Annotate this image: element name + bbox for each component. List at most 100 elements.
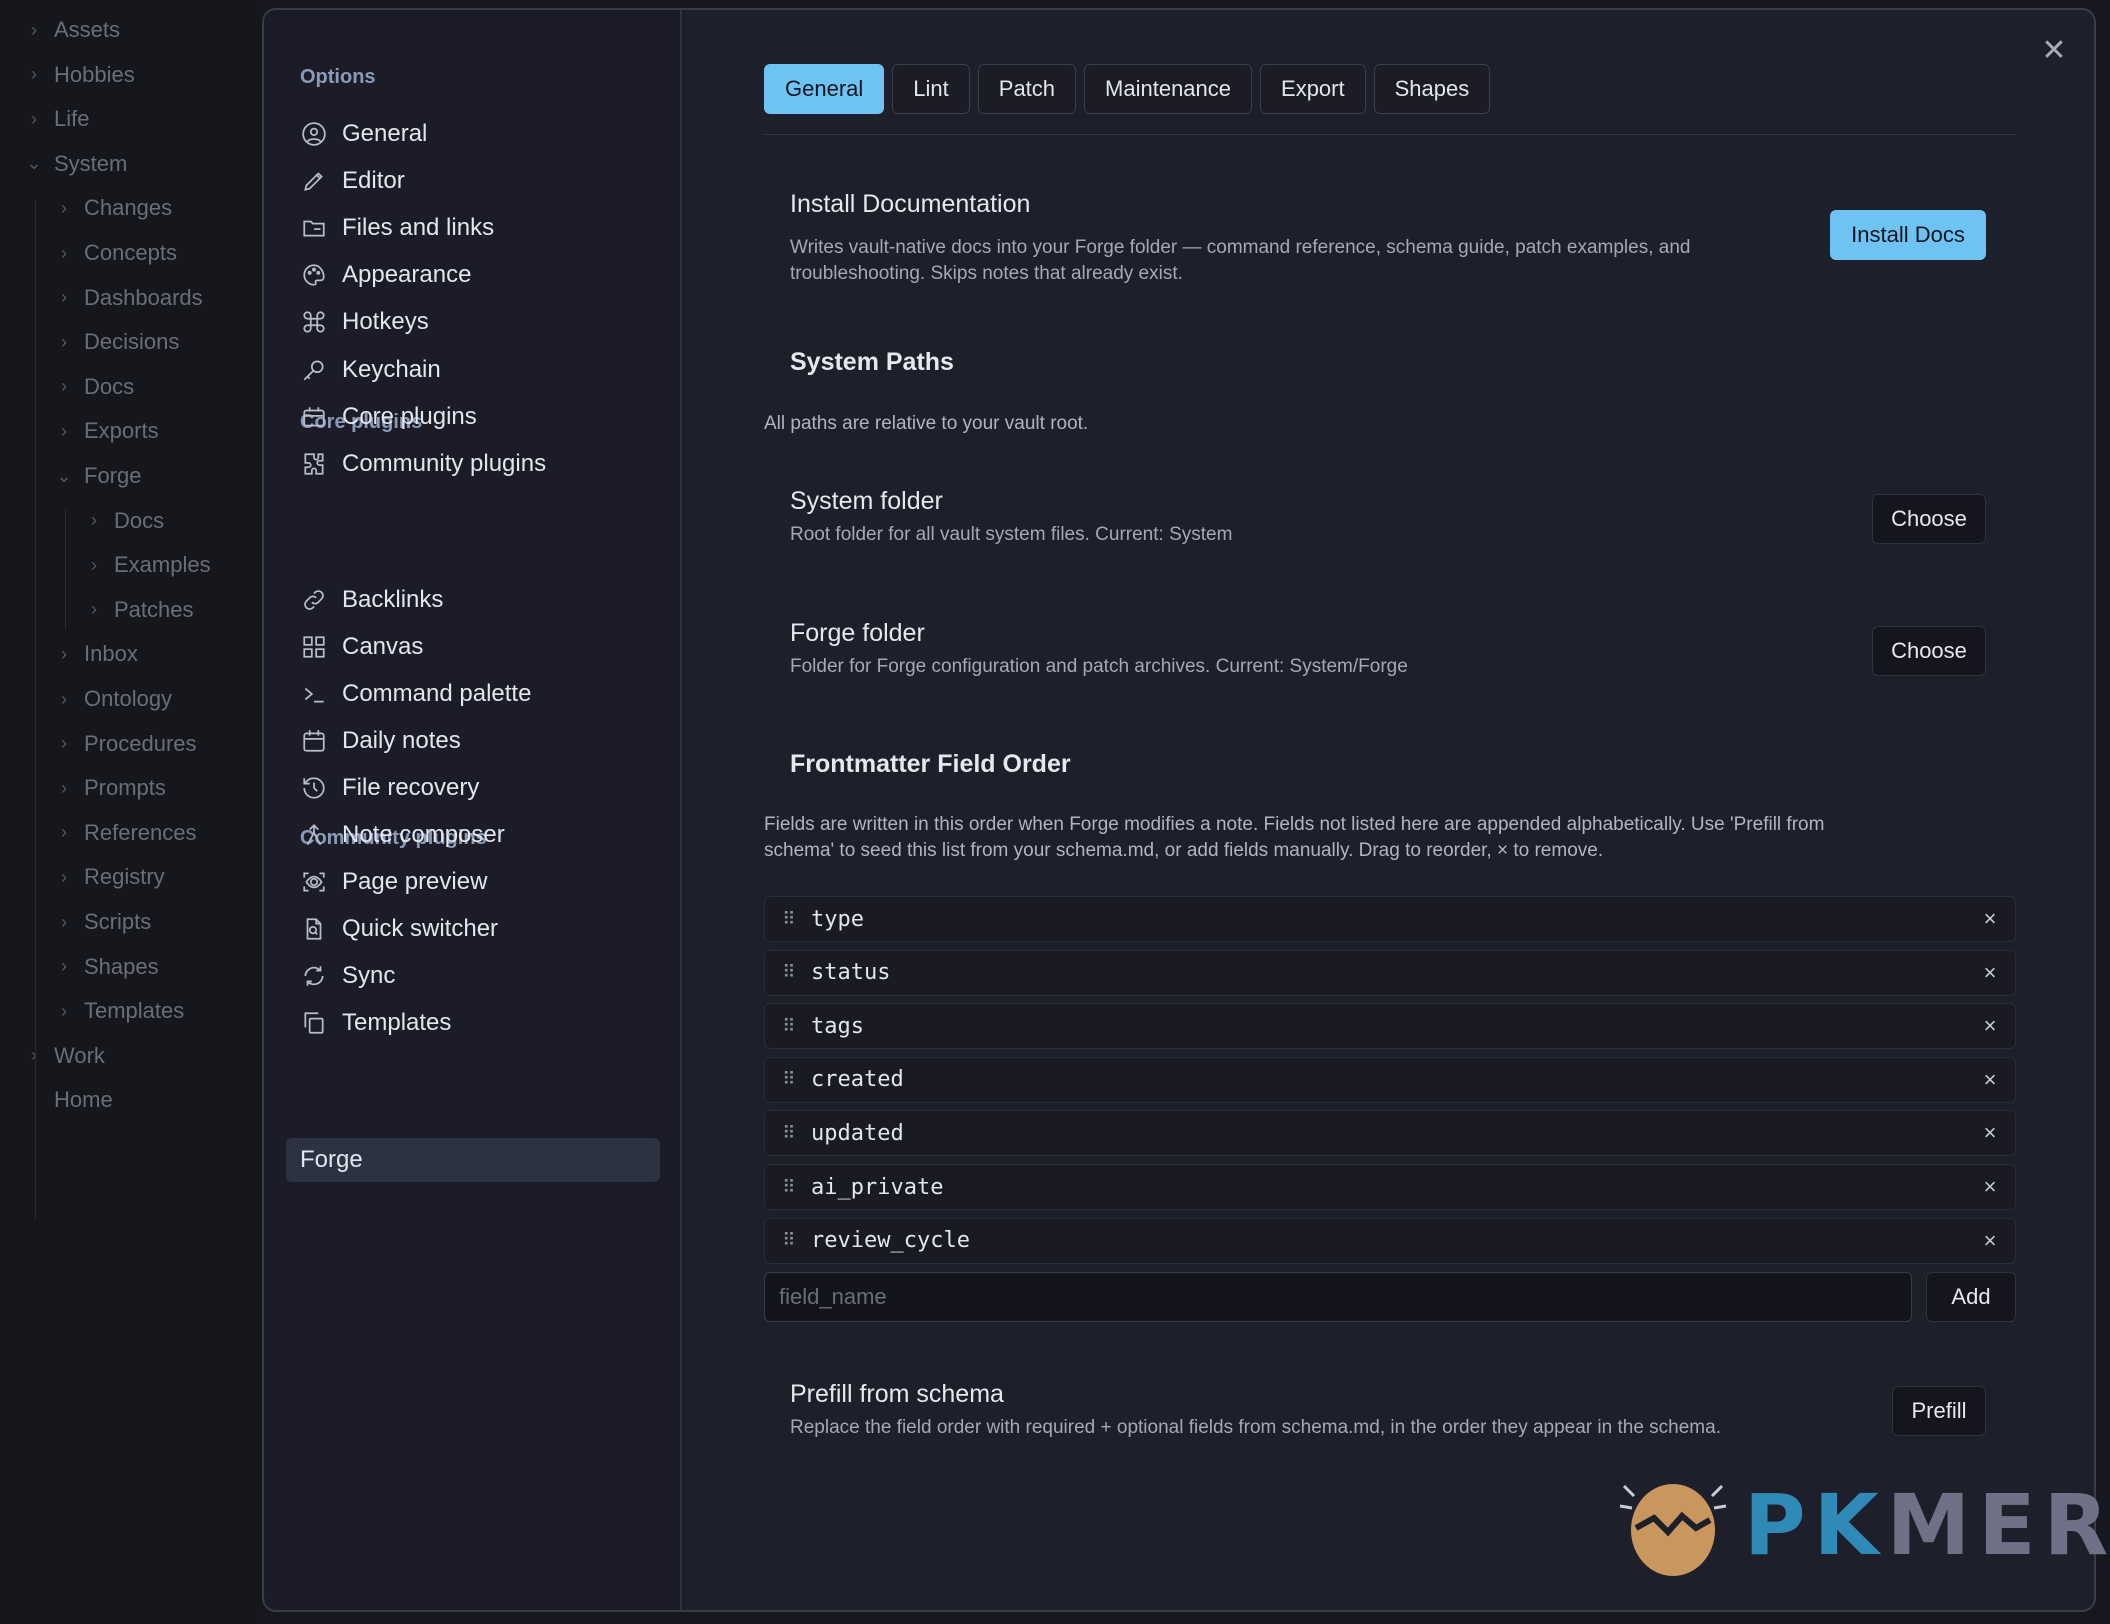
tree-item[interactable]: › Hobbies [24,55,135,95]
tree-item[interactable]: › Concepts [54,233,177,273]
tab-export[interactable]: Export [1260,64,1366,114]
tree-item[interactable]: › Scripts [54,902,151,942]
drag-handle-icon[interactable]: ⠿ [765,1230,811,1251]
install-docs-button[interactable]: Install Docs [1830,210,1986,260]
sidebar-item-core-plugins[interactable]: Core plugins [300,395,676,439]
tree-item[interactable]: Home [24,1080,113,1120]
prefill-button[interactable]: Prefill [1892,1386,1986,1436]
remove-field-icon[interactable]: × [1965,906,2015,932]
tree-item[interactable]: › Life [24,99,89,139]
tree-item[interactable]: › Shapes [54,947,159,987]
drag-handle-icon[interactable]: ⠿ [765,962,811,983]
remove-field-icon[interactable]: × [1965,1174,2015,1200]
field-order-row[interactable]: ⠿ tags × [764,1003,2016,1050]
sidebar-item-appearance[interactable]: Appearance [300,253,676,297]
drag-handle-icon[interactable]: ⠿ [765,909,811,930]
sidebar-item-files-and-links[interactable]: Files and links [300,206,676,250]
field-name: status [811,960,891,986]
sidebar-item-sync[interactable]: Sync [300,954,676,998]
settings-content: ✕ General Lint Patch Maintenance Export Shape… [684,10,2094,1610]
tab-maintenance[interactable]: Maintenance [1084,64,1253,114]
sidebar-item-general[interactable]: General [300,112,676,156]
sidebar-item-community-plugins[interactable]: Community plugins [300,442,676,486]
tree-item[interactable]: › Assets [24,10,120,50]
tree-item[interactable]: › Examples [84,545,211,585]
tab-general[interactable]: General [764,64,885,114]
settings-sidebar: Options Core plugins Community plugins G… [264,10,682,1610]
chevron-right-icon: › [61,956,67,977]
sidebar-item-command-palette[interactable]: Command palette [300,672,676,716]
tree-item[interactable]: › References [54,813,197,853]
tree-item[interactable]: › Docs [84,501,164,541]
field-name: tags [811,1013,864,1039]
remove-field-icon[interactable]: × [1965,960,2015,986]
tab-lint[interactable]: Lint [892,64,970,114]
tree-item[interactable]: › Prompts [54,768,166,808]
history-icon [300,774,328,802]
chevron-right-icon: › [61,911,67,932]
sidebar-item-page-preview[interactable]: Page preview [300,860,676,904]
chevron-right-icon: › [91,510,97,531]
tree-item[interactable]: › Dashboards [54,278,203,318]
tree-item[interactable]: › Registry [54,857,165,897]
sidebar-item-file-recovery[interactable]: File recovery [300,766,676,810]
merge-icon [300,821,328,849]
field-name-input[interactable] [764,1272,1912,1322]
remove-field-icon[interactable]: × [1965,1067,2015,1093]
drag-handle-icon[interactable]: ⠿ [765,1123,811,1144]
tab-bar: General Lint Patch Maintenance Export Shapes [764,64,1491,114]
tree-item[interactable]: › Inbox [54,634,138,674]
tree-item[interactable]: › Changes [54,188,172,228]
add-field-button[interactable]: Add [1926,1272,2016,1322]
close-icon[interactable]: ✕ [2036,32,2072,68]
tree-item-label: Patches [114,596,194,622]
sidebar-item-backlinks[interactable]: Backlinks [300,578,676,622]
pkmer-egg-logo-icon [1619,1484,1727,1576]
tab-shapes[interactable]: Shapes [1373,64,1491,114]
tree-item[interactable]: › Docs [54,367,134,407]
backlinks-icon [300,586,328,614]
tree-item[interactable]: › Ontology [54,679,172,719]
tree-item[interactable]: ⌄ System [24,144,127,184]
chevron-down-icon: ⌄ [56,465,72,486]
tree-item[interactable]: › Procedures [54,724,197,764]
field-order-row[interactable]: ⠿ created × [764,1056,2016,1103]
drag-handle-icon[interactable]: ⠿ [765,1177,811,1198]
sidebar-item-keychain[interactable]: Keychain [300,348,676,392]
tree-item[interactable]: › Patches [84,590,194,630]
sidebar-item-templates[interactable]: Templates [300,1001,676,1045]
choose-forge-folder-button[interactable]: Choose [1872,626,1986,676]
sidebar-item-note-composer[interactable]: Note composer [300,813,676,857]
tree-item[interactable]: ⌄ Forge [54,456,141,496]
sidebar-item-hotkeys[interactable]: Hotkeys [300,300,676,344]
drag-handle-icon[interactable]: ⠿ [765,1016,811,1037]
tree-item[interactable]: › Templates [54,991,184,1031]
chevron-right-icon: › [61,197,67,218]
tree-item-label: Ontology [84,686,173,711]
chevron-right-icon: › [61,733,67,754]
tree-item[interactable]: › Work [24,1036,105,1076]
sidebar-item-canvas[interactable]: Canvas [300,625,676,669]
remove-field-icon[interactable]: × [1965,1120,2015,1146]
chevron-right-icon: › [61,866,67,887]
sidebar-item-label: Files and links [342,214,495,242]
field-order-row[interactable]: ⠿ updated × [764,1110,2016,1157]
remove-field-icon[interactable]: × [1965,1228,2015,1254]
field-order-row[interactable]: ⠿ review_cycle × [764,1217,2016,1264]
sidebar-item-quick-switcher[interactable]: Quick switcher [300,907,676,951]
tree-item[interactable]: › Decisions [54,322,179,362]
field-order-row[interactable]: ⠿ status × [764,949,2016,996]
sidebar-item-daily-notes[interactable]: Daily notes [300,719,676,763]
grid-icon [300,633,328,661]
tree-item[interactable]: › Exports [54,411,159,451]
field-order-row[interactable]: ⠿ type × [764,896,2016,942]
drag-handle-icon[interactable]: ⠿ [765,1069,811,1090]
tab-patch[interactable]: Patch [977,64,1077,114]
remove-field-icon[interactable]: × [1965,1013,2015,1039]
choose-system-folder-button[interactable]: Choose [1872,494,1986,544]
field-order-row[interactable]: ⠿ ai_private × [764,1164,2016,1210]
sidebar-item-editor[interactable]: Editor [300,159,676,203]
sidebar-item-forge[interactable]: Forge [286,1138,660,1182]
system-folder-desc: Root folder for all vault system files. … [790,524,1233,545]
chevron-right-icon: › [61,287,67,308]
